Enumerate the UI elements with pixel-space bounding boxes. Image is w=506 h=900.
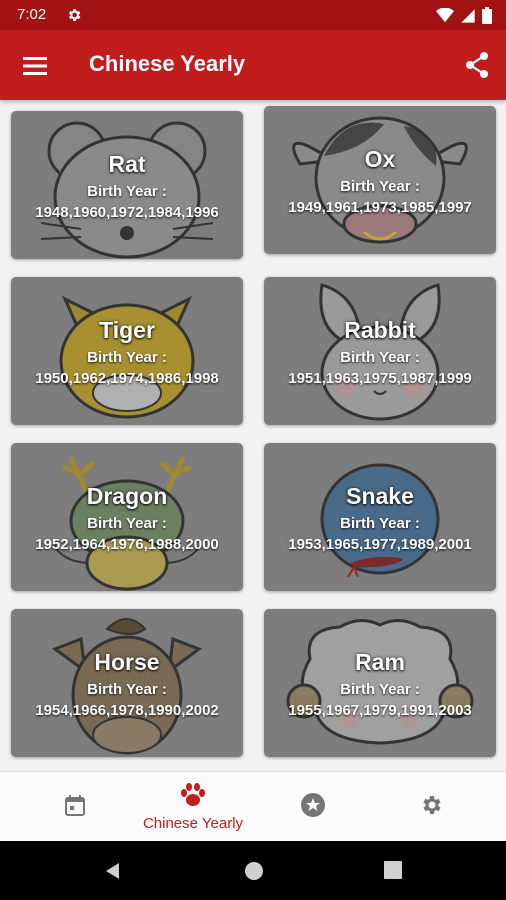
card-ram[interactable]: Ram Birth Year : 1955,1967,1979,1991,200… xyxy=(264,609,496,757)
card-snake[interactable]: Snake Birth Year : 1953,1965,1977,1989,2… xyxy=(264,443,496,591)
status-bar: 7:02 xyxy=(0,0,506,30)
card-years: 1950,1962,1974,1986,1998 xyxy=(35,370,219,387)
card-horse[interactable]: Horse Birth Year : 1954,1966,1978,1990,2… xyxy=(11,609,243,757)
card-label: Birth Year : xyxy=(340,681,420,698)
home-icon[interactable] xyxy=(244,861,264,886)
card-years: 1955,1967,1979,1991,2003 xyxy=(288,702,472,719)
card-label: Birth Year : xyxy=(340,349,420,366)
card-name: Ox xyxy=(364,146,396,172)
card-label: Birth Year : xyxy=(340,178,420,195)
menu-icon[interactable] xyxy=(18,52,52,80)
nav-favorites[interactable] xyxy=(250,772,376,842)
recents-icon[interactable] xyxy=(384,861,402,884)
app-bar: Chinese Yearly xyxy=(0,30,506,100)
gear-icon xyxy=(419,793,443,822)
card-tiger[interactable]: Tiger Birth Year : 1950,1962,1974,1986,1… xyxy=(11,277,243,425)
nav-settings[interactable] xyxy=(368,772,494,842)
paw-icon xyxy=(179,782,207,813)
card-name: Ram xyxy=(355,649,405,675)
nav-label: Chinese Yearly xyxy=(142,815,244,832)
card-label: Birth Year : xyxy=(340,515,420,532)
signal-icon xyxy=(460,8,476,29)
back-icon[interactable] xyxy=(103,861,123,886)
card-years: 1948,1960,1972,1984,1996 xyxy=(35,204,219,221)
card-name: Dragon xyxy=(86,483,168,509)
card-ox[interactable]: Ox Birth Year : 1949,1961,1973,1985,1997 xyxy=(264,106,496,254)
card-label: Birth Year : xyxy=(87,515,167,532)
nav-chinese-yearly[interactable]: Chinese Yearly xyxy=(130,772,256,842)
wifi-icon xyxy=(436,7,454,28)
system-navigation-bar xyxy=(0,841,506,900)
card-label: Birth Year : xyxy=(87,349,167,366)
card-years: 1953,1965,1977,1989,2001 xyxy=(288,536,472,553)
card-name: Horse xyxy=(94,649,160,675)
nav-calendar[interactable] xyxy=(12,772,138,842)
card-label: Birth Year : xyxy=(87,681,167,698)
card-years: 1951,1963,1975,1987,1999 xyxy=(288,370,472,387)
card-years: 1952,1964,1976,1988,2000 xyxy=(35,536,219,553)
share-icon[interactable] xyxy=(462,50,492,80)
battery-icon xyxy=(482,7,492,29)
card-dragon[interactable]: Dragon Birth Year : 1952,1964,1976,1988,… xyxy=(11,443,243,591)
card-name: Rabbit xyxy=(344,317,416,343)
calendar-icon xyxy=(63,793,87,822)
bottom-navigation: Chinese Yearly xyxy=(0,771,506,841)
card-name: Snake xyxy=(346,483,414,509)
card-rat[interactable]: Rat Birth Year : 1948,1960,1972,1984,199… xyxy=(11,111,243,259)
page-title: Chinese Yearly xyxy=(89,51,246,76)
card-years: 1954,1966,1978,1990,2002 xyxy=(35,702,219,719)
card-rabbit[interactable]: Rabbit Birth Year : 1951,1963,1975,1987,… xyxy=(264,277,496,425)
card-name: Rat xyxy=(108,151,146,177)
card-name: Tiger xyxy=(99,317,155,343)
card-years: 1949,1961,1973,1985,1997 xyxy=(288,199,472,216)
card-label: Birth Year : xyxy=(87,183,167,200)
settings-notification-icon xyxy=(66,7,82,28)
star-icon xyxy=(300,792,326,823)
status-time: 7:02 xyxy=(17,6,47,23)
